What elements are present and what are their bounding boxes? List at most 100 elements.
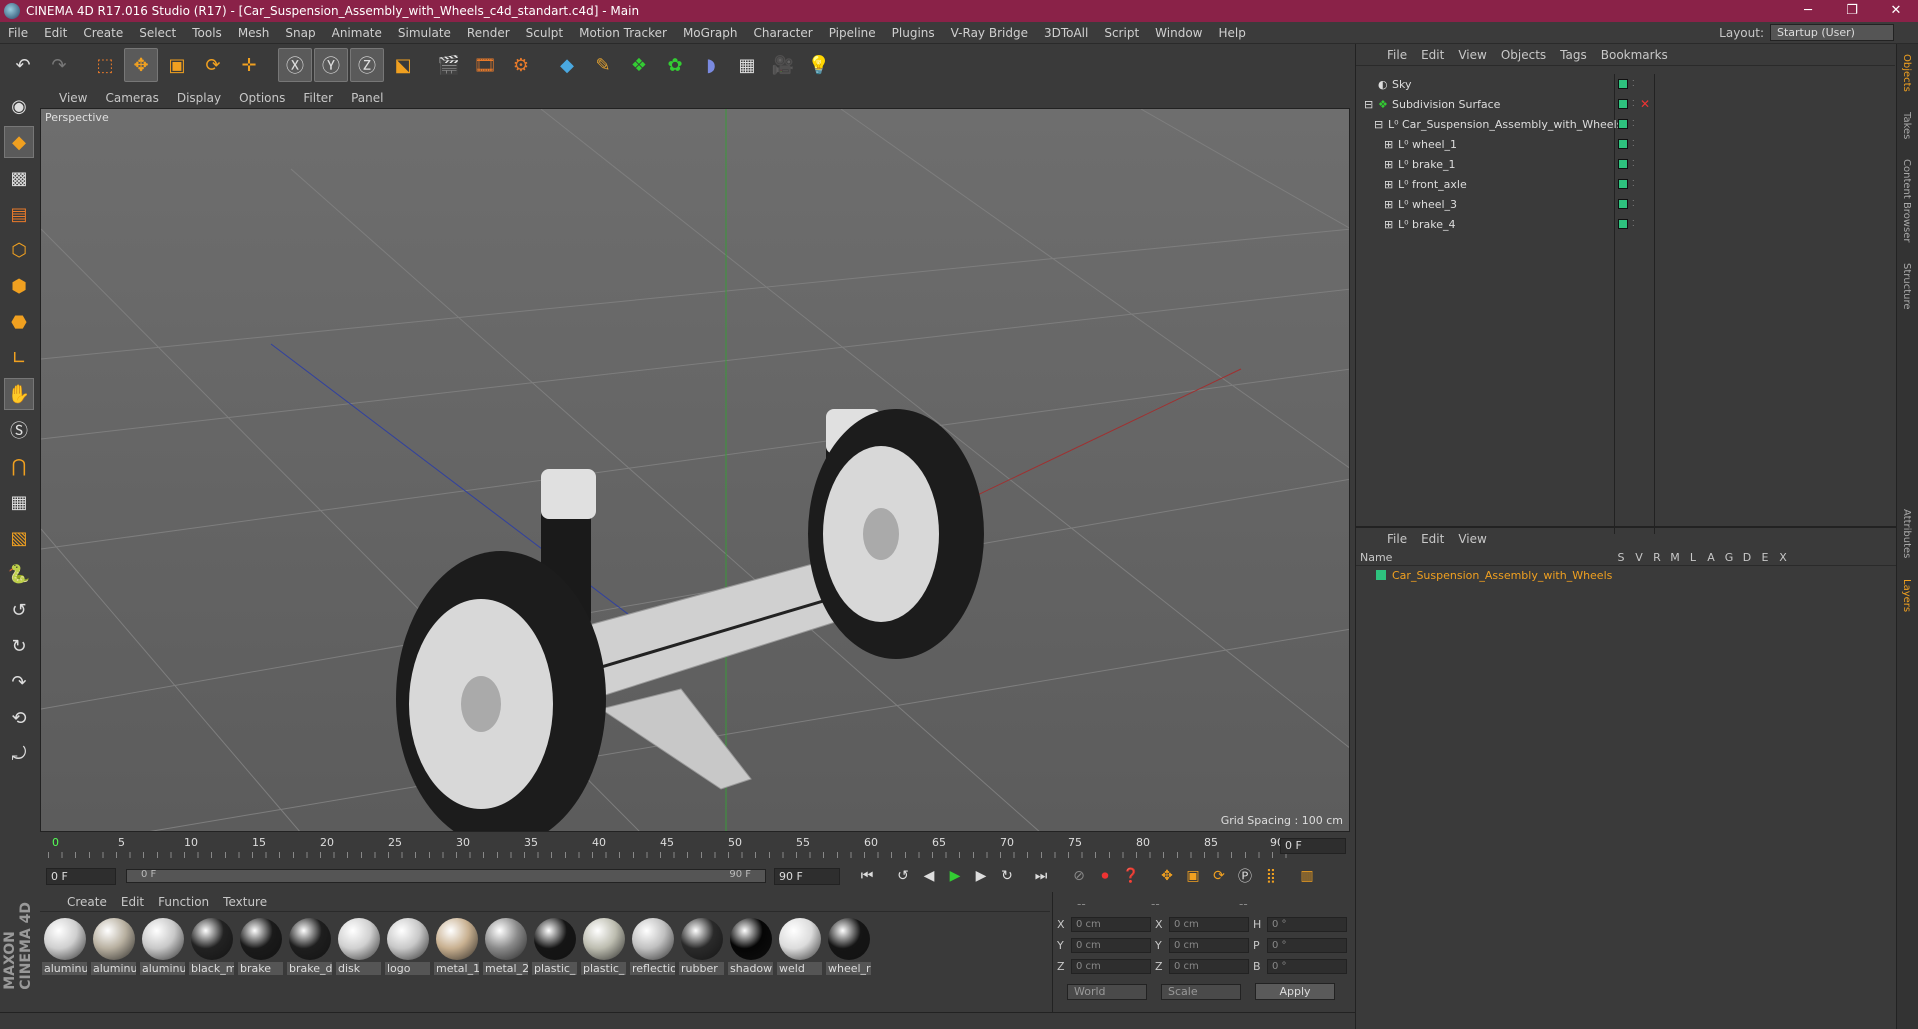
close-button[interactable]: ✕ [1874, 0, 1918, 22]
model-mode-icon[interactable]: ◆ [4, 126, 34, 158]
material-swatch[interactable]: aluminu [140, 918, 185, 975]
tab-structure[interactable]: Structure [1897, 253, 1916, 320]
menu-select[interactable]: Select [131, 26, 184, 40]
layer-col-r[interactable]: R [1650, 551, 1664, 564]
quantize-icon[interactable]: ▧ [4, 522, 34, 554]
go-to-start-icon[interactable]: ⏮ [854, 864, 880, 888]
previous-frame-icon[interactable]: ◀ [916, 864, 942, 888]
layer-col-e[interactable]: E [1758, 551, 1772, 564]
solo-icon[interactable]: Ⓢ [4, 414, 34, 446]
z-axis-icon[interactable]: Ⓩ [350, 48, 384, 82]
material-swatch[interactable]: rubber [679, 918, 724, 975]
snap-icon[interactable]: ⋂ [4, 450, 34, 482]
pen-spline-icon[interactable]: ✎ [586, 48, 620, 82]
material-swatch[interactable]: metal_2 [483, 918, 528, 975]
points-mode-icon[interactable]: ⬡ [4, 234, 34, 266]
object-row-wheel3[interactable]: ⊞ L⁰ wheel_3 ⁚ [1356, 194, 1896, 214]
expand-icon[interactable]: ⊞ [1384, 138, 1393, 151]
scale-tool-icon[interactable]: ▣ [160, 48, 194, 82]
keyframe-selection-icon[interactable]: ❓ [1118, 864, 1144, 888]
minimize-button[interactable]: ─ [1786, 0, 1830, 22]
sculpt-pull-icon[interactable]: ↻ [4, 630, 34, 662]
python-icon[interactable]: 🐍 [4, 558, 34, 590]
material-swatch[interactable]: aluminu [42, 918, 87, 975]
material-swatch[interactable]: logo [385, 918, 430, 975]
menu-character[interactable]: Character [745, 26, 820, 40]
undo-icon[interactable]: ↶ [6, 48, 40, 82]
sculpt-smooth-icon[interactable]: ↷ [4, 666, 34, 698]
texture-mode-icon[interactable]: ▩ [4, 162, 34, 194]
enable-snap-icon[interactable]: ▦ [4, 486, 34, 518]
sculpt-grab-icon[interactable]: ⟲ [4, 702, 34, 734]
object-menu-edit[interactable]: Edit [1414, 48, 1451, 62]
tab-attributes[interactable]: Attributes [1897, 499, 1916, 568]
material-swatch[interactable]: black_m [189, 918, 234, 975]
layer-col-d[interactable]: D [1740, 551, 1754, 564]
material-swatch[interactable]: disk [336, 918, 381, 975]
menu-pipeline[interactable]: Pipeline [821, 26, 884, 40]
coordinate-system-icon[interactable]: ⬕ [386, 48, 420, 82]
live-selection-icon[interactable]: ⬚ [88, 48, 122, 82]
x-axis-icon[interactable]: Ⓧ [278, 48, 312, 82]
layer-row[interactable]: Car_Suspension_Assembly_with_Wheels [1356, 566, 1896, 584]
rotation-p-field[interactable]: 0 ° [1267, 938, 1347, 953]
menu-simulate[interactable]: Simulate [390, 26, 459, 40]
sculpt-flatten-icon[interactable]: ⤾ [4, 738, 34, 770]
layer-menu-file[interactable]: File [1380, 532, 1414, 546]
render-view-icon[interactable]: 🎬 [432, 48, 466, 82]
layer-col-v[interactable]: V [1632, 551, 1646, 564]
deformer-icon[interactable]: ◗ [694, 48, 728, 82]
collapse-icon[interactable]: ⊟ [1364, 98, 1373, 111]
expand-icon[interactable]: ⊞ [1384, 198, 1393, 211]
current-frame-field[interactable]: 0 F [1280, 838, 1346, 854]
polygons-mode-icon[interactable]: ⬣ [4, 306, 34, 338]
material-swatch[interactable]: plastic_ [532, 918, 577, 975]
tab-objects[interactable]: Objects [1897, 44, 1916, 102]
layer-menu-edit[interactable]: Edit [1414, 532, 1451, 546]
position-z-field[interactable]: 0 cm [1071, 959, 1151, 974]
cube-object-icon[interactable]: ◆ [550, 48, 584, 82]
menu-snap[interactable]: Snap [277, 26, 323, 40]
material-menu-texture[interactable]: Texture [216, 895, 274, 909]
object-row-front-axle[interactable]: ⊞ L⁰ front_axle ⁚ [1356, 174, 1896, 194]
layer-col-g[interactable]: G [1722, 551, 1736, 564]
size-y-field[interactable]: 0 cm [1169, 938, 1249, 953]
next-frame-icon[interactable]: ▶ [968, 864, 994, 888]
position-key-icon[interactable]: ✥ [1154, 864, 1180, 888]
material-menu-create[interactable]: Create [60, 895, 114, 909]
material-swatch[interactable]: shadow [728, 918, 773, 975]
collapse-icon[interactable]: ⊟ [1374, 118, 1383, 131]
menu-plugins[interactable]: Plugins [884, 26, 943, 40]
size-mode-dropdown[interactable]: Scale [1161, 983, 1241, 1000]
menu-file[interactable]: File [0, 26, 36, 40]
viewport-menu-cameras[interactable]: Cameras [96, 91, 167, 105]
object-row-wheel1[interactable]: ⊞ L⁰ wheel_1 ⁚ [1356, 134, 1896, 154]
floor-icon[interactable]: ▦ [730, 48, 764, 82]
apply-button[interactable]: Apply [1255, 983, 1335, 1000]
menu-create[interactable]: Create [75, 26, 131, 40]
render-picture-viewer-icon[interactable]: 🎞 [468, 48, 502, 82]
parameter-key-icon[interactable]: Ⓟ [1232, 864, 1258, 888]
rotation-h-field[interactable]: 0 ° [1267, 917, 1347, 932]
layer-col-a[interactable]: A [1704, 551, 1718, 564]
timeline-ruler[interactable]: 0 5 10 15 20 25 30 35 40 45 50 55 60 65 … [40, 834, 1350, 860]
material-swatch[interactable]: wheel_r [826, 918, 871, 975]
object-menu-tags[interactable]: Tags [1553, 48, 1594, 62]
axis-mode-icon[interactable]: ∟ [4, 342, 34, 374]
maximize-button[interactable]: ❐ [1830, 0, 1874, 22]
object-row-brake1[interactable]: ⊞ L⁰ brake_1 ⁚ [1356, 154, 1896, 174]
point-level-animation-icon[interactable]: ⣿ [1258, 864, 1284, 888]
layer-col-m[interactable]: M [1668, 551, 1682, 564]
expand-icon[interactable]: ⊞ [1384, 178, 1393, 191]
light-icon[interactable]: 💡 [802, 48, 836, 82]
rotation-key-icon[interactable]: ⟳ [1206, 864, 1232, 888]
material-swatch[interactable]: weld [777, 918, 822, 975]
layer-menu-view[interactable]: View [1451, 532, 1493, 546]
end-frame-field[interactable]: 90 F [774, 867, 840, 885]
object-row-subdivision[interactable]: ⊟ ❖ Subdivision Surface ⁚ ✕ [1356, 94, 1896, 114]
redo-icon[interactable]: ↷ [42, 48, 76, 82]
position-x-field[interactable]: 0 cm [1071, 917, 1151, 932]
coordinate-space-dropdown[interactable]: World [1067, 983, 1147, 1000]
material-menu-function[interactable]: Function [151, 895, 216, 909]
tab-content-browser[interactable]: Content Browser [1897, 149, 1916, 252]
